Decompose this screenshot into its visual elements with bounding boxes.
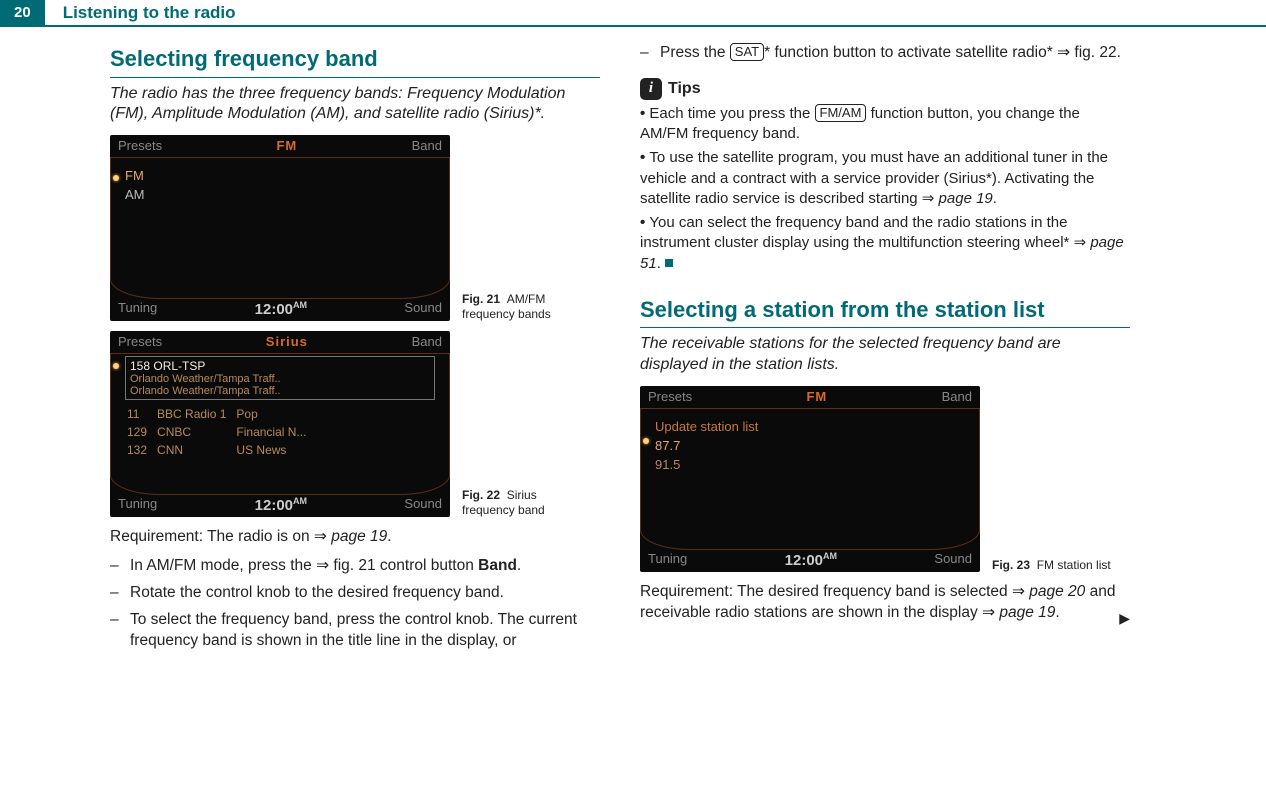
list-item: AM [125, 185, 435, 204]
page-ref: page 19 [939, 190, 993, 207]
soft-label: Presets [648, 389, 692, 404]
clock-display: 12:00AM [255, 496, 307, 514]
step-list: – In AM/FM mode, press the ⇒ fig. 21 con… [110, 556, 600, 652]
list-item: – Press the SAT* function button to acti… [640, 43, 1130, 64]
channel-id: 158 ORL-TSP [130, 359, 430, 373]
display-screenshot: Presets FM Band Update station list 87.7… [640, 386, 980, 572]
section-end-icon [665, 259, 673, 267]
list-item: Each time you press the FM/AM function b… [640, 104, 1130, 145]
figure-caption: Fig. 22 Sirius frequency band [462, 488, 582, 517]
soft-label: Presets [118, 334, 162, 349]
figure-22: Presets Sirius Band 158 ORL-TSP Orlando … [110, 331, 600, 517]
list-item: You can select the frequency band and th… [640, 213, 1130, 274]
highlight-box: 158 ORL-TSP Orlando Weather/Tampa Traff.… [125, 356, 435, 400]
right-column: – Press the SAT* function button to acti… [640, 37, 1130, 658]
section-subhead: The receivable stations for the selected… [640, 334, 1130, 376]
table-row: 129CNBCFinancial N... [127, 424, 314, 440]
page-body: Selecting frequency band The radio has t… [0, 37, 1266, 658]
table-row: 132CNNUS News [127, 442, 314, 458]
button-graphic: FM/AM [815, 104, 867, 122]
soft-label: Tuning [118, 300, 157, 318]
figure-caption: Fig. 21 AM/FM frequency bands [462, 292, 582, 321]
soft-label: Band [412, 334, 442, 349]
step-list: – Press the SAT* function button to acti… [640, 43, 1130, 64]
figure-caption: Fig. 23 FM station list [992, 558, 1111, 572]
channel-line: Orlando Weather/Tampa Traff.. [130, 385, 430, 397]
band-title: FM [806, 389, 827, 404]
clock-display: 12:00AM [785, 551, 837, 569]
page-topic: Listening to the radio [45, 3, 236, 23]
left-column: Selecting frequency band The radio has t… [110, 37, 600, 658]
soft-label: Band [942, 389, 972, 404]
list-item: 91.5 [655, 455, 965, 474]
soft-label: Sound [934, 551, 972, 569]
list-item: To use the satellite program, you must h… [640, 148, 1130, 209]
tips-list: Each time you press the FM/AM function b… [640, 104, 1130, 274]
section-subhead: The radio has the three frequency bands:… [110, 84, 600, 126]
soft-label: Tuning [648, 551, 687, 569]
soft-label: Band [412, 138, 442, 153]
soft-label: Sound [404, 300, 442, 318]
display-screenshot: Presets Sirius Band 158 ORL-TSP Orlando … [110, 331, 450, 517]
tips-label: Tips [668, 80, 701, 98]
channel-table: 11BBC Radio 1Pop 129CNBCFinancial N... 1… [125, 404, 316, 460]
continue-icon: ▶ [1119, 609, 1130, 628]
list-item: Update station list [655, 417, 965, 436]
info-icon: i [640, 78, 662, 100]
channel-line: Orlando Weather/Tampa Traff.. [130, 373, 430, 385]
list-item: – Rotate the control knob to the desired… [110, 583, 600, 604]
page-ref: page 19 [999, 604, 1055, 621]
list-item: – In AM/FM mode, press the ⇒ fig. 21 con… [110, 556, 600, 577]
page-ref: page 20 [1029, 583, 1085, 600]
requirement-text: Requirement: The desired frequency band … [640, 582, 1130, 624]
figure-21: Presets FM Band FM AM Tuning 12:00AM Sou… [110, 135, 600, 321]
list-item: FM [125, 166, 435, 185]
soft-label: Sound [404, 496, 442, 514]
list-item: 87.7 [655, 436, 965, 455]
page-number: 20 [0, 0, 45, 25]
table-row: 11BBC Radio 1Pop [127, 406, 314, 422]
button-graphic: SAT [730, 43, 764, 61]
section-heading: Selecting frequency band [110, 45, 600, 78]
requirement-text: Requirement: The radio is on ⇒ page 19. [110, 527, 600, 548]
band-title: FM [276, 138, 297, 153]
list-item: – To select the frequency band, press th… [110, 610, 600, 652]
band-title: Sirius [266, 334, 308, 349]
tips-heading: i Tips [640, 78, 1130, 100]
clock-display: 12:00AM [255, 300, 307, 318]
page-ref: page 19 [331, 528, 387, 545]
soft-label: Tuning [118, 496, 157, 514]
display-screenshot: Presets FM Band FM AM Tuning 12:00AM Sou… [110, 135, 450, 321]
page-header: 20 Listening to the radio [0, 0, 1266, 27]
soft-label: Presets [118, 138, 162, 153]
figure-23: Presets FM Band Update station list 87.7… [640, 386, 1130, 572]
section-heading: Selecting a station from the station lis… [640, 296, 1130, 329]
